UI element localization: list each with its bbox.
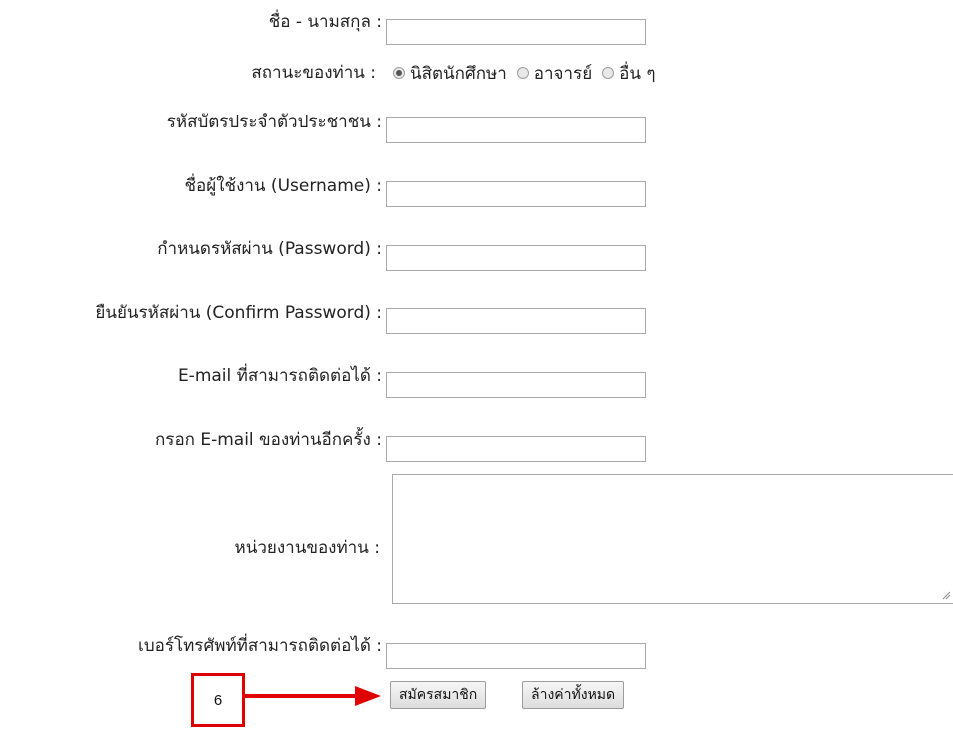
department-label: หน่วยงานของท่าน : [234,538,380,558]
submit-button[interactable]: สมัครสมาชิก [390,681,487,709]
email-confirm-input[interactable] [386,436,646,462]
resize-grip-icon[interactable] [941,590,951,600]
step-callout-box: 6 [191,673,245,727]
fullname-input[interactable] [386,19,646,45]
email-input[interactable] [386,372,646,398]
username-label: ชื่อผู้ใช้งาน (Username) : [184,176,382,196]
citizen-id-input[interactable] [386,117,646,143]
department-textarea[interactable] [392,474,953,604]
password-input[interactable] [386,245,646,271]
phone-label: เบอร์โทรศัพท์ที่สามารถติดต่อได้ : [138,636,382,656]
status-option-teacher-label[interactable]: อาจารย์ [534,60,592,87]
confirm-password-input[interactable] [386,308,646,334]
username-input[interactable] [386,181,646,207]
status-option-other-label[interactable]: อื่น ๆ [619,60,655,87]
arrow-right-icon [245,686,381,706]
confirm-password-label: ยืนยันรหัสผ่าน (Confirm Password) : [95,303,382,323]
citizen-id-label: รหัสบัตรประจำตัวประชาชน : [166,112,382,132]
status-radio-group: นิสิตนักศึกษา อาจารย์ อื่น ๆ [387,62,660,84]
status-option-student-label[interactable]: นิสิตนักศึกษา [410,60,507,87]
email-confirm-label: กรอก E-mail ของท่านอีกครั้ง : [155,430,382,450]
step-number: 6 [213,691,223,709]
status-radio-student[interactable] [393,67,405,79]
phone-input[interactable] [386,643,646,669]
status-radio-teacher[interactable] [516,67,529,79]
status-radio-other[interactable] [602,67,615,79]
reset-button[interactable]: ล้างค่าทั้งหมด [522,681,625,709]
email-label: E-mail ที่สามารถติดต่อได้ : [177,366,382,386]
status-label: สถานะของท่าน : [251,63,376,83]
password-label: กำหนดรหัสผ่าน (Password) : [157,239,382,259]
fullname-label: ชื่อ - นามสกุล : [268,12,382,32]
